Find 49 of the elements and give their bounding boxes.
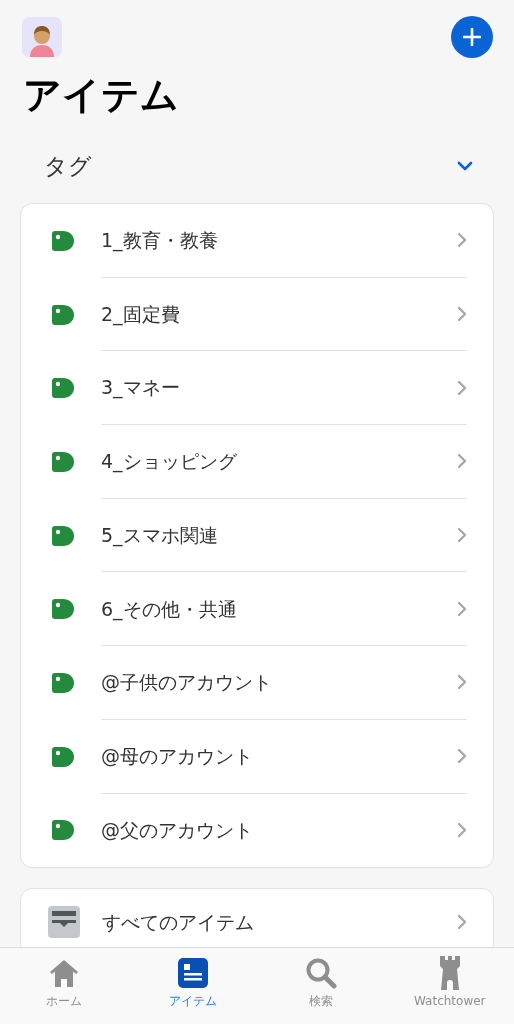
tag-icon bbox=[52, 230, 74, 251]
tag-icon bbox=[52, 746, 74, 767]
tag-row[interactable]: 3_マネー bbox=[21, 351, 493, 426]
tag-row[interactable]: 5_スマホ関連 bbox=[21, 498, 493, 573]
tag-label: @父のアカウント bbox=[101, 818, 253, 844]
all-items-row[interactable]: すべてのアイテム bbox=[21, 889, 493, 947]
plus-icon bbox=[463, 28, 481, 46]
chevron-right-icon bbox=[457, 822, 467, 839]
list-icon bbox=[177, 958, 208, 988]
chevron-right-icon bbox=[457, 453, 467, 470]
tag-label: 4_ショッピング bbox=[101, 449, 237, 475]
tag-icon bbox=[52, 451, 74, 472]
tag-icon bbox=[52, 525, 74, 546]
chevron-right-icon bbox=[457, 527, 467, 544]
tag-row[interactable]: @父のアカウント bbox=[21, 793, 493, 868]
chevron-right-icon bbox=[457, 674, 467, 691]
chevron-right-icon bbox=[457, 379, 467, 396]
tag-label: 6_その他・共通 bbox=[101, 596, 237, 623]
tag-icon bbox=[52, 304, 74, 325]
all-items-label: すべてのアイテム bbox=[102, 909, 254, 935]
search-icon bbox=[305, 957, 338, 989]
tag-label: 2_固定費 bbox=[101, 301, 180, 328]
tag-icon bbox=[52, 820, 74, 841]
tag-row[interactable]: 6_その他・共通 bbox=[21, 572, 493, 647]
tag-label: @子供のアカウント bbox=[101, 670, 272, 696]
chevron-right-icon bbox=[457, 748, 467, 765]
tag-icon bbox=[52, 672, 74, 693]
tag-row[interactable]: @母のアカウント bbox=[21, 719, 493, 794]
chevron-right-icon bbox=[457, 306, 467, 323]
add-button[interactable] bbox=[451, 16, 493, 58]
avatar-icon[interactable] bbox=[22, 17, 62, 57]
tag-row[interactable]: 1_教育・教養 bbox=[21, 204, 493, 278]
chevron-right-icon bbox=[457, 232, 467, 249]
tag-label: 3_マネー bbox=[101, 375, 180, 401]
tag-icon bbox=[52, 599, 74, 620]
tag-row[interactable]: @子供のアカウント bbox=[21, 646, 493, 720]
tag-label: 1_教育・教養 bbox=[101, 228, 218, 254]
tag-row[interactable]: 4_ショッピング bbox=[21, 425, 493, 499]
chevron-right-icon bbox=[457, 600, 467, 617]
page-title: アイテム bbox=[23, 76, 180, 114]
tray-icon bbox=[48, 906, 80, 939]
tag-row[interactable]: 2_固定費 bbox=[21, 277, 493, 352]
tag-icon bbox=[52, 378, 74, 399]
tab-item[interactable]: アイテム bbox=[128, 948, 257, 1024]
house-icon bbox=[48, 957, 81, 989]
chevron-right-icon bbox=[457, 914, 467, 931]
tag-label: @母のアカウント bbox=[101, 743, 253, 769]
tag-label: 5_スマホ関連 bbox=[101, 522, 218, 549]
tags-section-header[interactable]: タグ bbox=[20, 144, 494, 188]
